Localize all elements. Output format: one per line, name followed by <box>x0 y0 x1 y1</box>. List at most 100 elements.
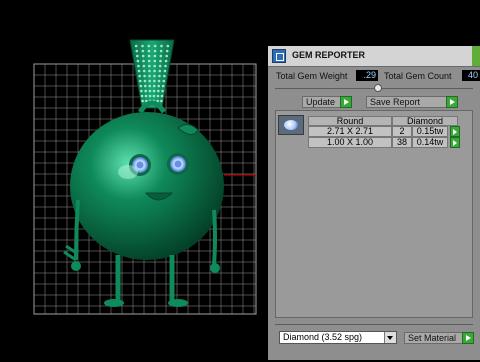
total-gem-count-label: Total Gem Count <box>384 71 452 81</box>
save-report-button-label: Save Report <box>370 97 421 107</box>
pave-gem <box>160 44 163 48</box>
table-row-count: 38 <box>392 137 412 148</box>
pave-gem <box>159 49 163 53</box>
pave-gem <box>136 54 139 58</box>
pave-gem <box>153 69 156 73</box>
pave-gem <box>148 89 152 93</box>
pave-gem <box>139 84 143 88</box>
arrow-right-icon[interactable] <box>450 126 460 137</box>
pave-gem <box>148 94 152 98</box>
pave-gem <box>134 44 138 48</box>
pave-gem <box>138 79 142 83</box>
pave-gem <box>138 74 141 78</box>
pave-gem <box>144 89 147 93</box>
pave-gem <box>142 69 146 73</box>
pave-gem <box>141 54 145 58</box>
pave-gem <box>148 64 151 68</box>
dropdown-arrow-icon[interactable] <box>384 332 396 343</box>
pave-gem <box>153 64 156 68</box>
total-gem-weight-label: Total Gem Weight <box>276 71 348 81</box>
pave-gem <box>137 64 140 68</box>
pave-gem <box>153 59 157 63</box>
pave-gem <box>148 79 151 83</box>
pave-gem <box>141 99 144 103</box>
arrow-right-icon <box>462 332 474 344</box>
set-material-button-label: Set Material <box>408 333 457 343</box>
pave-gem <box>159 59 162 63</box>
pave-gem <box>147 59 151 63</box>
table-row-weight: 0.14tw <box>412 137 448 148</box>
pave-gem <box>153 49 157 53</box>
pave-gem <box>143 74 146 78</box>
set-material-button[interactable]: Set Material <box>404 332 474 344</box>
gem-list[interactable]: Round Diamond 2.71 X 2.71 2 0.15tw 1.00 … <box>275 110 473 318</box>
table-row-size: 2.71 X 2.71 <box>308 126 392 137</box>
header-shape: Round <box>308 116 392 126</box>
pave-gem <box>158 74 161 78</box>
pave-gem <box>136 59 140 63</box>
pave-gem <box>148 74 151 78</box>
pave-gem <box>158 64 162 68</box>
arrow-right-icon <box>340 96 352 108</box>
pave-gem <box>157 79 161 83</box>
pave-gem <box>165 49 169 53</box>
pave-gem <box>152 84 156 88</box>
pave-gem <box>157 84 160 88</box>
pave-gem <box>163 74 166 78</box>
arrow-right-icon[interactable] <box>450 137 460 148</box>
pave-gem <box>144 84 147 88</box>
pave-gem <box>161 89 164 93</box>
pave-gem <box>159 54 163 58</box>
pave-gem <box>147 49 151 53</box>
pave-gem <box>152 94 156 98</box>
slider-knob[interactable] <box>374 84 382 92</box>
panel-titlebar[interactable]: GEM REPORTER <box>268 46 480 67</box>
pave-gem <box>143 79 147 83</box>
panel-close-icon[interactable] <box>472 46 480 66</box>
viewport-scene[interactable] <box>0 0 268 360</box>
pave-gem <box>153 44 157 48</box>
pave-gem <box>153 79 156 83</box>
material-select-value: Diamond (3.52 spg) <box>283 332 363 342</box>
pave-gem <box>161 84 165 88</box>
pave-gem <box>140 94 144 98</box>
gem-reporter-panel: GEM REPORTER Total Gem Weight .29 Total … <box>268 46 480 360</box>
pave-gem <box>164 59 168 63</box>
pave-gem <box>160 99 163 103</box>
pave-gem <box>160 94 164 98</box>
pave-gem <box>137 69 141 73</box>
pave-gem <box>157 89 160 93</box>
save-report-button[interactable]: Save Report <box>366 96 458 108</box>
pave-gem <box>156 94 160 98</box>
pave-gem <box>141 49 145 53</box>
total-gem-weight-value: .29 <box>356 70 378 81</box>
pave-gem <box>165 54 168 58</box>
header-material: Diamond <box>392 116 458 126</box>
pave-gem <box>153 54 157 58</box>
pave-gem <box>135 49 139 53</box>
pave-gem <box>141 44 144 48</box>
pave-gem <box>147 44 151 48</box>
pave-gem <box>148 69 151 73</box>
table-row-size: 1.00 X 1.00 <box>308 137 392 148</box>
pave-gem <box>152 89 156 93</box>
pave-gem <box>162 79 166 83</box>
panel-title: GEM REPORTER <box>292 50 366 60</box>
pave-gem <box>163 69 167 73</box>
pave-gem <box>147 54 151 58</box>
pave-gem <box>142 59 145 63</box>
update-button[interactable]: Update <box>302 96 352 108</box>
total-gem-count-value: 40 <box>462 70 480 81</box>
gem-reporter-icon <box>272 49 286 63</box>
pave-gem <box>144 94 148 98</box>
pave-gem <box>153 74 156 78</box>
pave-gem <box>140 89 143 93</box>
arrow-right-icon <box>446 96 458 108</box>
gem-thumbnail-icon <box>278 115 304 135</box>
table-row-count: 2 <box>392 126 412 137</box>
material-select[interactable]: Diamond (3.52 spg) <box>279 331 397 344</box>
pendant-tag <box>129 39 175 114</box>
3d-viewport[interactable] <box>0 0 268 360</box>
table-row-weight: 0.15tw <box>412 126 448 137</box>
pave-gem <box>148 84 152 88</box>
